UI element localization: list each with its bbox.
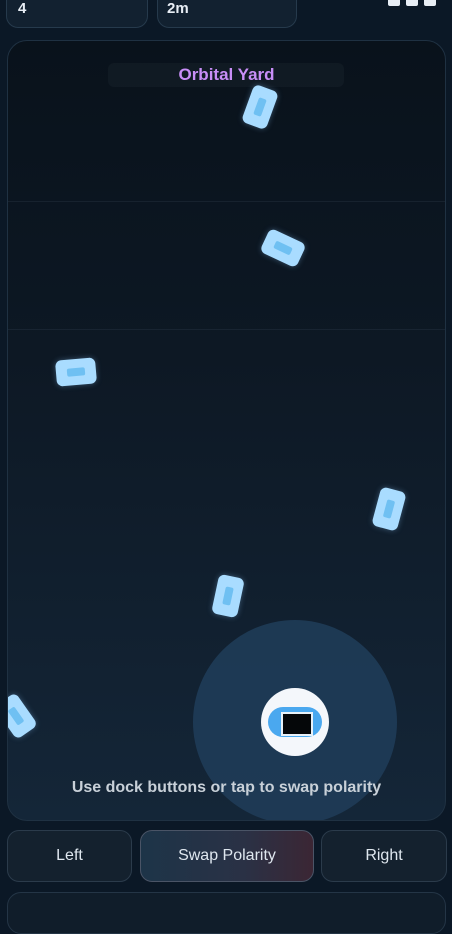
status-card-left [6, 0, 148, 28]
bottom-panel [7, 892, 446, 934]
hint-text: Use dock buttons or tap to swap polarity [71, 779, 382, 796]
cargo-crate [8, 692, 39, 740]
right-button[interactable]: Right [321, 830, 447, 882]
system-status-icons [388, 0, 436, 6]
cargo-crate [240, 83, 280, 131]
game-field[interactable]: Orbital Yard Use dock buttons or tap to … [7, 40, 446, 821]
player-ship[interactable] [261, 688, 329, 756]
cargo-crate [259, 227, 307, 269]
ship-core [281, 712, 313, 736]
game-title: Orbital Yard [178, 65, 275, 84]
ship-hull [268, 707, 322, 737]
left-button[interactable]: Left [7, 830, 132, 882]
field-gridline [8, 329, 445, 330]
cargo-crate [211, 573, 245, 619]
field-gridline [8, 201, 445, 202]
cargo-crate [54, 357, 98, 387]
swap-polarity-button[interactable]: Swap Polarity [140, 830, 314, 882]
cargo-crate [371, 486, 407, 532]
signal-icon [406, 0, 418, 6]
status-center-text: 2m [167, 0, 189, 17]
wifi-icon [388, 0, 400, 6]
battery-icon [424, 0, 436, 6]
status-left-text: 4 [18, 0, 27, 17]
